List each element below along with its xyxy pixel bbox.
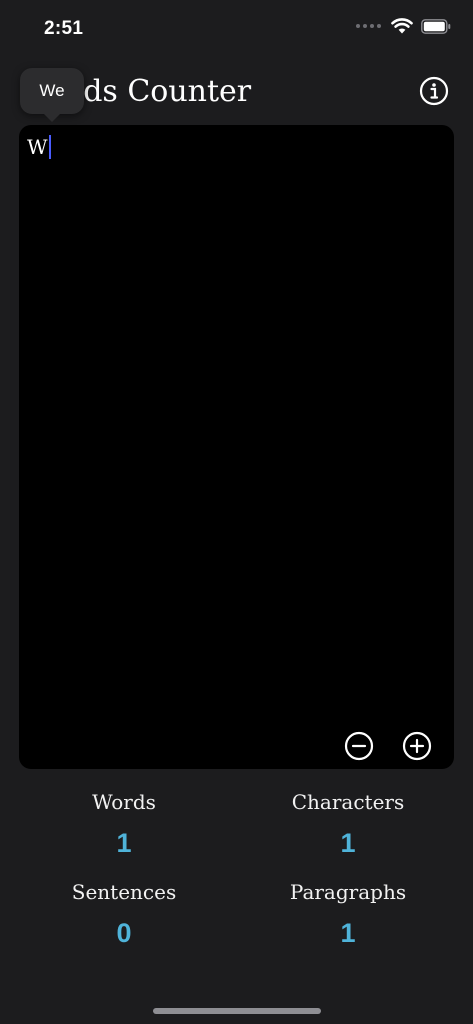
status-icons: [356, 18, 451, 34]
stat-characters-value: 1: [340, 828, 356, 858]
info-icon[interactable]: [419, 76, 449, 106]
stat-words-value: 1: [116, 828, 132, 858]
stat-words: Words 1: [14, 790, 234, 859]
stat-sentences-value: 0: [116, 918, 132, 948]
text-caret: [48, 135, 51, 159]
stat-paragraphs-label: Paragraphs: [289, 880, 407, 904]
stat-paragraphs: Paragraphs 1: [238, 880, 458, 949]
stat-sentences-label: Sentences: [71, 880, 177, 904]
status-bar: 2:51: [0, 0, 473, 60]
status-time: 2:51: [44, 18, 84, 39]
zoom-controls: [344, 731, 432, 761]
wifi-icon: [391, 18, 413, 34]
battery-icon: [421, 18, 451, 34]
plus-circle-icon[interactable]: [402, 731, 432, 761]
cellular-signal-icon: [356, 24, 381, 28]
home-indicator[interactable]: [153, 1008, 321, 1014]
minus-circle-icon[interactable]: [344, 731, 374, 761]
editor-text-value: W: [27, 135, 48, 159]
stat-paragraphs-value: 1: [340, 918, 356, 948]
stat-characters: Characters 1: [238, 790, 458, 859]
autocomplete-suggestion[interactable]: We: [20, 68, 84, 122]
stat-sentences: Sentences 0: [14, 880, 234, 949]
stat-words-label: Words: [92, 790, 156, 814]
editor-content: W: [27, 135, 51, 159]
stat-characters-label: Characters: [291, 790, 405, 814]
text-editor[interactable]: W: [19, 125, 454, 769]
